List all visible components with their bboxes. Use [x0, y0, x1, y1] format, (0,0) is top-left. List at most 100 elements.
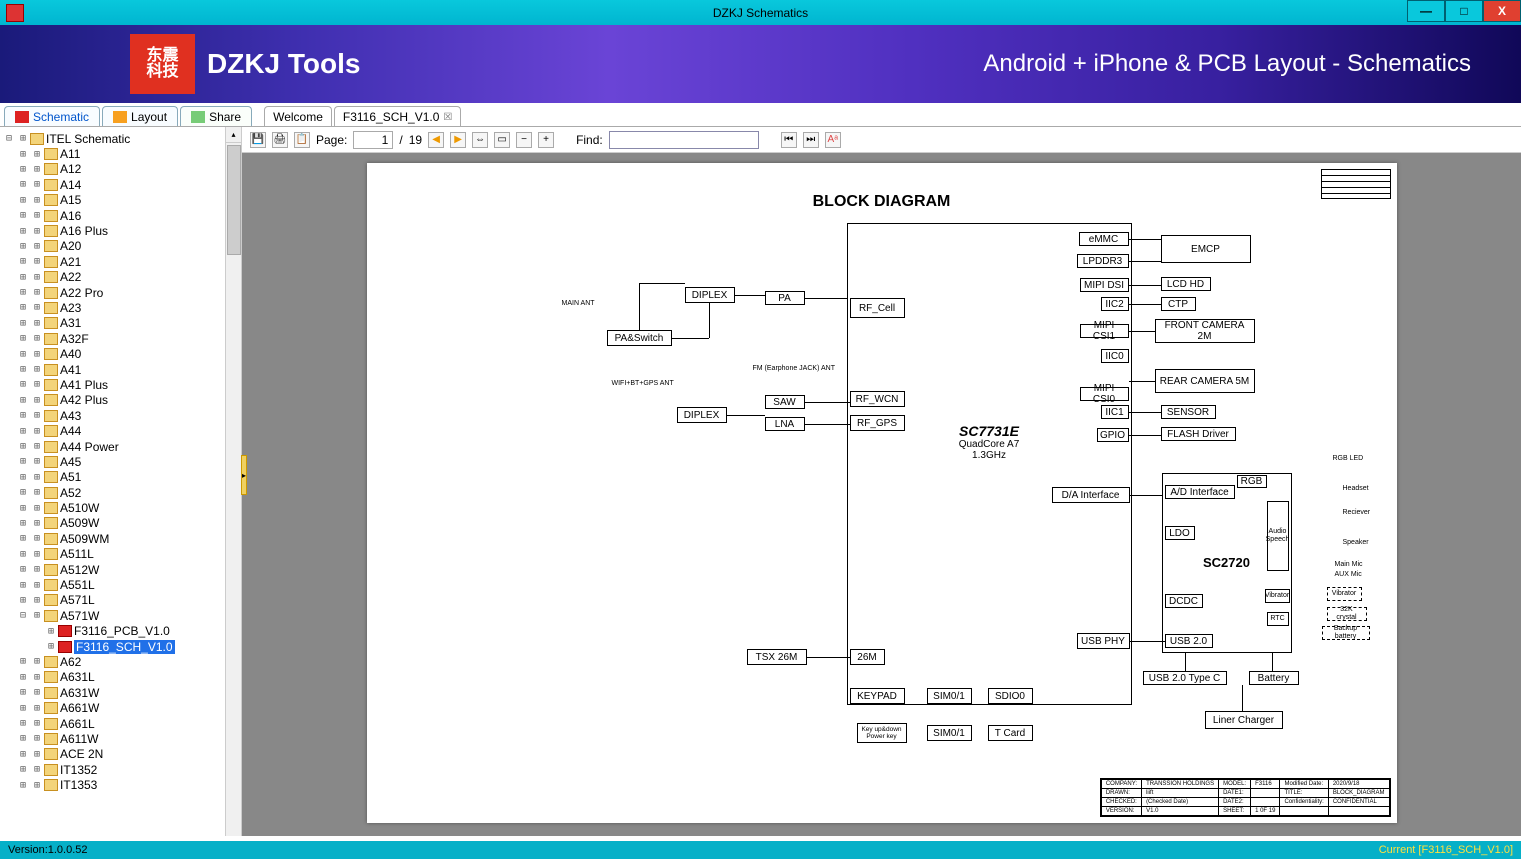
tree-item[interactable]: ⊞⊞A22 [2, 270, 239, 285]
collapse-handle-icon[interactable]: ▸ [241, 455, 247, 495]
doctab-f3116[interactable]: F3116_SCH_V1.0 ☒ [334, 106, 461, 126]
close-button[interactable]: X [1483, 0, 1521, 22]
tab-layout[interactable]: Layout [102, 106, 178, 126]
tree-item[interactable]: ⊞⊞A14 [2, 177, 239, 192]
close-tab-icon[interactable]: ☒ [443, 112, 452, 123]
tab-schematic[interactable]: Schematic [4, 106, 100, 126]
block-vibrator2: Vibrator [1327, 587, 1362, 601]
tree-item[interactable]: ⊟⊞ITEL Schematic [2, 131, 239, 146]
tree-item[interactable]: ⊞⊞A11 [2, 146, 239, 161]
tree-item[interactable]: ⊞⊞A51 [2, 470, 239, 485]
tree-item[interactable]: ⊞⊞A44 [2, 423, 239, 438]
tree-item[interactable]: ⊞⊞A21 [2, 254, 239, 269]
tree-item[interactable]: ⊞⊞A22 Pro [2, 285, 239, 300]
maximize-button[interactable]: □ [1445, 0, 1483, 22]
tree-item[interactable]: ⊞⊞A32F [2, 331, 239, 346]
tree-item[interactable]: ⊞⊞A31 [2, 316, 239, 331]
fit-page-icon[interactable]: ▭ [494, 132, 510, 148]
next-page-icon[interactable]: ▶ [450, 132, 466, 148]
banner: 东震 科技 DZKJ Tools Android + iPhone & PCB … [0, 25, 1521, 103]
prev-page-icon[interactable]: ◀ [428, 132, 444, 148]
doctab-welcome-label: Welcome [273, 110, 323, 124]
schematic-page[interactable]: BLOCK DIAGRAM SC7731E QuadCore A7 1.3GHz… [367, 163, 1397, 823]
tree-item[interactable]: ⊞F3116_SCH_V1.0 [2, 639, 239, 654]
block-rearcam: REAR CAMERA 5M [1155, 369, 1255, 393]
zoom-in-icon[interactable]: + [538, 132, 554, 148]
tree-item[interactable]: ⊞⊞A631W [2, 685, 239, 700]
block-pa: PA [765, 291, 805, 305]
title-block: COMPANY:TRANSSION HOLDINGS MODEL:F3116 M… [1100, 778, 1391, 817]
tree-item[interactable]: ⊞⊞A41 Plus [2, 377, 239, 392]
tree-item[interactable]: ⊞⊞A20 [2, 239, 239, 254]
tree-item[interactable]: ⊞⊞A15 [2, 193, 239, 208]
tree-item[interactable]: ⊞⊞A661W [2, 700, 239, 715]
block-rtc: RTC [1267, 612, 1289, 626]
tree-item[interactable]: ⊞⊞A44 Power [2, 439, 239, 454]
tree-item[interactable]: ⊞⊞IT1352 [2, 762, 239, 777]
soc-sub1: QuadCore A7 [959, 439, 1020, 450]
block-ctp: CTP [1161, 297, 1196, 311]
block-da: D/A Interface [1052, 487, 1130, 503]
block-emcp: EMCP [1161, 235, 1251, 263]
tree-item[interactable]: ⊟⊞A571W [2, 608, 239, 623]
find-next-icon[interactable]: ⏭ [803, 132, 819, 148]
find-input[interactable] [609, 131, 759, 149]
block-mipidsi: MIPI DSI [1080, 278, 1129, 292]
label-rgbled: RGB LED [1333, 455, 1364, 462]
tree-item[interactable]: ⊞⊞A43 [2, 408, 239, 423]
tree-item[interactable]: ⊞⊞A510W [2, 500, 239, 515]
tree-item[interactable]: ⊞⊞A23 [2, 300, 239, 315]
label-speaker: Speaker [1343, 539, 1369, 546]
pads-icon [113, 111, 127, 123]
tree-item[interactable]: ⊞⊞A12 [2, 162, 239, 177]
page-label: Page: [316, 133, 347, 147]
minimize-button[interactable]: — [1407, 0, 1445, 22]
scroll-thumb[interactable] [227, 145, 241, 255]
tree-item[interactable]: ⊞⊞ACE 2N [2, 747, 239, 762]
tree-item[interactable]: ⊞⊞A42 Plus [2, 393, 239, 408]
tree-item[interactable]: ⊞⊞A40 [2, 346, 239, 361]
zoom-out-icon[interactable]: − [516, 132, 532, 148]
block-keypad: KEYPAD [850, 688, 905, 704]
tree-item[interactable]: ⊞⊞A16 [2, 208, 239, 223]
tree-item[interactable]: ⊞⊞A45 [2, 454, 239, 469]
copy-icon[interactable]: 📋 [294, 132, 310, 148]
tree-item[interactable]: ⊞⊞IT1353 [2, 777, 239, 792]
brand-text: DZKJ Tools [207, 48, 360, 80]
window-title: DZKJ Schematics [713, 6, 808, 20]
label-auxmic: AUX Mic [1335, 571, 1362, 578]
print-icon[interactable]: 🖨 [272, 132, 288, 148]
save-icon[interactable]: 💾 [250, 132, 266, 148]
tree[interactable]: ⊟⊞ITEL Schematic⊞⊞A11⊞⊞A12⊞⊞A14⊞⊞A15⊞⊞A1… [0, 127, 241, 836]
sidebar-scrollbar[interactable]: ▴ [225, 127, 241, 836]
tree-item[interactable]: ⊞⊞A551L [2, 577, 239, 592]
tree-item[interactable]: ⊞⊞A62 [2, 654, 239, 669]
tree-item[interactable]: ⊞⊞A52 [2, 485, 239, 500]
tree-item[interactable]: ⊞⊞A511L [2, 547, 239, 562]
find-prev-icon[interactable]: ⏮ [781, 132, 797, 148]
tree-item[interactable]: ⊞⊞A509WM [2, 531, 239, 546]
pmic-name: SC2720 [1203, 556, 1250, 570]
tree-item[interactable]: ⊞⊞A509W [2, 516, 239, 531]
block-usbtypec: USB 2.0 Type C [1143, 671, 1227, 685]
tree-item[interactable]: ⊞⊞A512W [2, 562, 239, 577]
tree-item[interactable]: ⊞⊞A611W [2, 731, 239, 746]
tree-item[interactable]: ⊞⊞A571L [2, 593, 239, 608]
scroll-up-icon[interactable]: ▴ [226, 127, 241, 143]
page-input[interactable] [353, 131, 393, 149]
clear-find-icon[interactable]: Aᵃ [825, 132, 841, 148]
tree-item[interactable]: ⊞⊞A41 [2, 362, 239, 377]
label-receiver: Reciever [1343, 509, 1371, 516]
doc-tabs: Welcome F3116_SCH_V1.0 ☒ [264, 106, 463, 126]
tree-item[interactable]: ⊞⊞A631L [2, 670, 239, 685]
fit-width-icon[interactable]: ⇔ [472, 132, 488, 148]
doctab-welcome[interactable]: Welcome [264, 106, 332, 126]
viewer: 💾 🖨 📋 Page: / 19 ◀ ▶ ⇔ ▭ − + Find: ⏮ ⏭ A… [242, 127, 1521, 836]
tree-item[interactable]: ⊞⊞A16 Plus [2, 223, 239, 238]
app-icon [6, 4, 24, 22]
tree-item[interactable]: ⊞F3116_PCB_V1.0 [2, 624, 239, 639]
tab-share[interactable]: Share [180, 106, 252, 126]
window-buttons: — □ X [1407, 0, 1521, 25]
status-version: Version:1.0.0.52 [8, 844, 88, 856]
tree-item[interactable]: ⊞⊞A661L [2, 716, 239, 731]
